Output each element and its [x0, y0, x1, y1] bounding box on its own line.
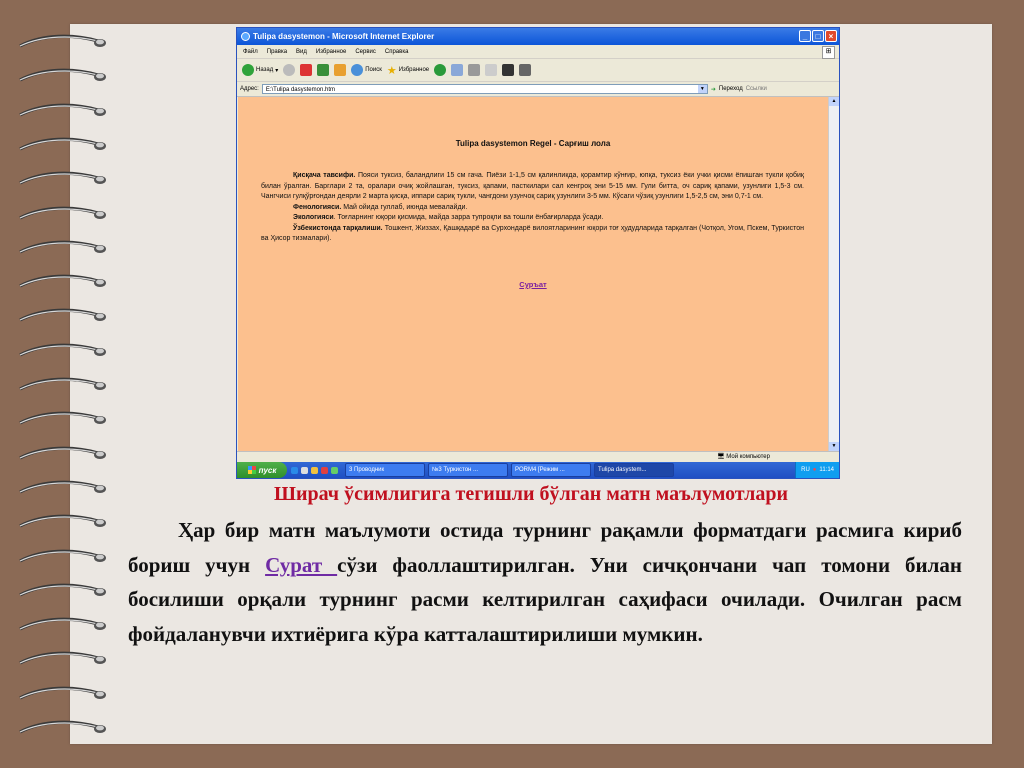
edit-icon[interactable]	[485, 64, 498, 76]
binding-ring	[18, 684, 108, 702]
start-button[interactable]: пуск	[237, 462, 287, 478]
distribution-paragraph: Ўзбекистонда тарқалиши. Тошкент, Жиззах,…	[261, 224, 804, 243]
clock: 11:14	[819, 467, 834, 473]
binding-ring	[18, 615, 108, 633]
app2-quicklaunch-icon[interactable]	[331, 466, 338, 474]
discuss-icon[interactable]	[502, 64, 515, 76]
scroll-up-icon[interactable]: ▲	[829, 97, 839, 106]
binding-ring	[18, 341, 108, 359]
ie-quicklaunch-icon[interactable]	[291, 466, 298, 474]
zone-indicator: 🖥 Мой компьютер	[717, 454, 770, 460]
back-arrow-icon	[242, 64, 254, 76]
menu-bar: Файл Правка Вид Избранное Сервис Справка…	[237, 45, 839, 59]
media-quicklaunch-icon[interactable]	[311, 466, 318, 474]
menu-item-view[interactable]: Вид	[296, 49, 307, 55]
binding-ring	[18, 238, 108, 256]
windows-logo-icon: ⊞	[822, 46, 835, 59]
ie-icon	[241, 32, 250, 41]
binding-ring	[18, 135, 108, 153]
maximize-button[interactable]: □	[812, 30, 824, 42]
home-icon[interactable]	[334, 64, 347, 76]
binding-ring	[18, 272, 108, 290]
task-document[interactable]: №3 Туркистон ...	[428, 463, 508, 477]
window-titlebar: Tulipa dasystemon - Microsoft Internet E…	[237, 28, 839, 45]
menu-item-help[interactable]: Справка	[385, 49, 409, 55]
document-title: Tulipa dasystemon Regel - Сарғиш лола	[455, 139, 611, 148]
description-paragraph: Қисқача тавсифи. Пояси туксиз, баландлиг…	[261, 172, 804, 200]
task-browser[interactable]: Tulipa dasystem...	[594, 463, 674, 477]
binding-ring	[18, 32, 108, 50]
binding-ring	[18, 375, 108, 393]
close-button[interactable]: ×	[825, 30, 837, 42]
quick-launch	[291, 466, 338, 474]
vertical-scrollbar[interactable]: ▲ ▼	[828, 97, 839, 451]
app-quicklaunch-icon[interactable]	[321, 466, 328, 474]
binding-ring	[18, 409, 108, 427]
binding-ring	[18, 101, 108, 119]
ecology-paragraph: Экологияси. Тоғларнинг юқори қисмида, ма…	[293, 214, 604, 221]
task-explorer[interactable]: 3 Проводник	[345, 463, 425, 477]
antivirus-icon[interactable]: ●	[813, 467, 817, 473]
go-arrow-icon[interactable]: ➜	[711, 86, 716, 93]
star-icon: ★	[386, 64, 397, 77]
binding-ring	[18, 649, 108, 667]
binding-ring	[18, 512, 108, 530]
toolbar: Назад ▾ Поиск ★ Избранное	[237, 59, 839, 82]
language-indicator[interactable]: RU	[801, 467, 810, 473]
binding-ring	[18, 169, 108, 187]
binding-ring	[18, 581, 108, 599]
menu-item-favorites[interactable]: Избранное	[316, 49, 346, 55]
desktop-quicklaunch-icon[interactable]	[301, 466, 308, 474]
binding-ring	[18, 444, 108, 462]
keyword-link: Сурат	[265, 552, 338, 577]
browser-screenshot: Tulipa dasystemon - Microsoft Internet E…	[236, 27, 840, 479]
window-title: Tulipa dasystemon - Microsoft Internet E…	[253, 32, 435, 41]
binding-ring	[18, 204, 108, 222]
history-icon[interactable]	[434, 64, 447, 76]
stop-icon[interactable]	[300, 64, 313, 76]
page-content: Tulipa dasystemon Regel - Сарғиш лола Қи…	[238, 97, 828, 451]
system-tray: RU ● 11:14	[795, 462, 839, 478]
binding-ring	[18, 718, 108, 736]
menu-item-file[interactable]: Файл	[243, 49, 258, 55]
mail-icon[interactable]	[451, 64, 464, 76]
binding-ring	[18, 306, 108, 324]
back-button[interactable]: Назад ▾	[242, 64, 278, 76]
search-icon	[351, 64, 364, 76]
binding-ring	[18, 66, 108, 84]
minimize-button[interactable]: _	[799, 30, 811, 42]
go-button[interactable]: Переход	[719, 86, 743, 92]
image-link[interactable]: Суръат	[238, 280, 828, 289]
binding-ring	[18, 547, 108, 565]
favorites-button[interactable]: ★ Избранное	[387, 64, 429, 77]
menu-item-edit[interactable]: Правка	[267, 49, 287, 55]
address-bar: Адрес: E:\Tulipa dasystemon.htm ▼ ➜ Пере…	[237, 82, 839, 97]
slide-paragraph: Ҳар бир матн маълумоти остида турнинг ра…	[128, 518, 962, 646]
task-powerpoint[interactable]: PORM4 [Режим ...	[511, 463, 591, 477]
print-icon[interactable]	[468, 64, 481, 76]
document-body: Қисқача тавсифи. Пояси туксиз, баландлиг…	[261, 171, 804, 245]
scroll-down-icon[interactable]: ▼	[829, 442, 839, 451]
address-input[interactable]: E:\Tulipa dasystemon.htm ▼	[261, 84, 708, 94]
address-dropdown-icon[interactable]: ▼	[697, 85, 707, 93]
refresh-icon[interactable]	[317, 64, 330, 76]
menu-item-tools[interactable]: Сервис	[355, 49, 376, 55]
search-button[interactable]: Поиск	[351, 64, 382, 76]
address-label: Адрес:	[240, 86, 259, 92]
taskbar: пуск 3 Проводник №3 Туркистон ... PORM4 …	[237, 462, 839, 478]
phenology-paragraph: Фенологияси. Май ойида гуллаб, июнда мев…	[293, 203, 468, 211]
links-button[interactable]: Ссылки	[746, 86, 767, 92]
slide-caption: Ширач ўсимлигига тегишли бўлган матн маъ…	[273, 483, 788, 505]
forward-arrow-icon[interactable]	[283, 64, 296, 76]
messenger-icon[interactable]	[519, 64, 532, 76]
windows-flag-icon	[247, 466, 256, 474]
